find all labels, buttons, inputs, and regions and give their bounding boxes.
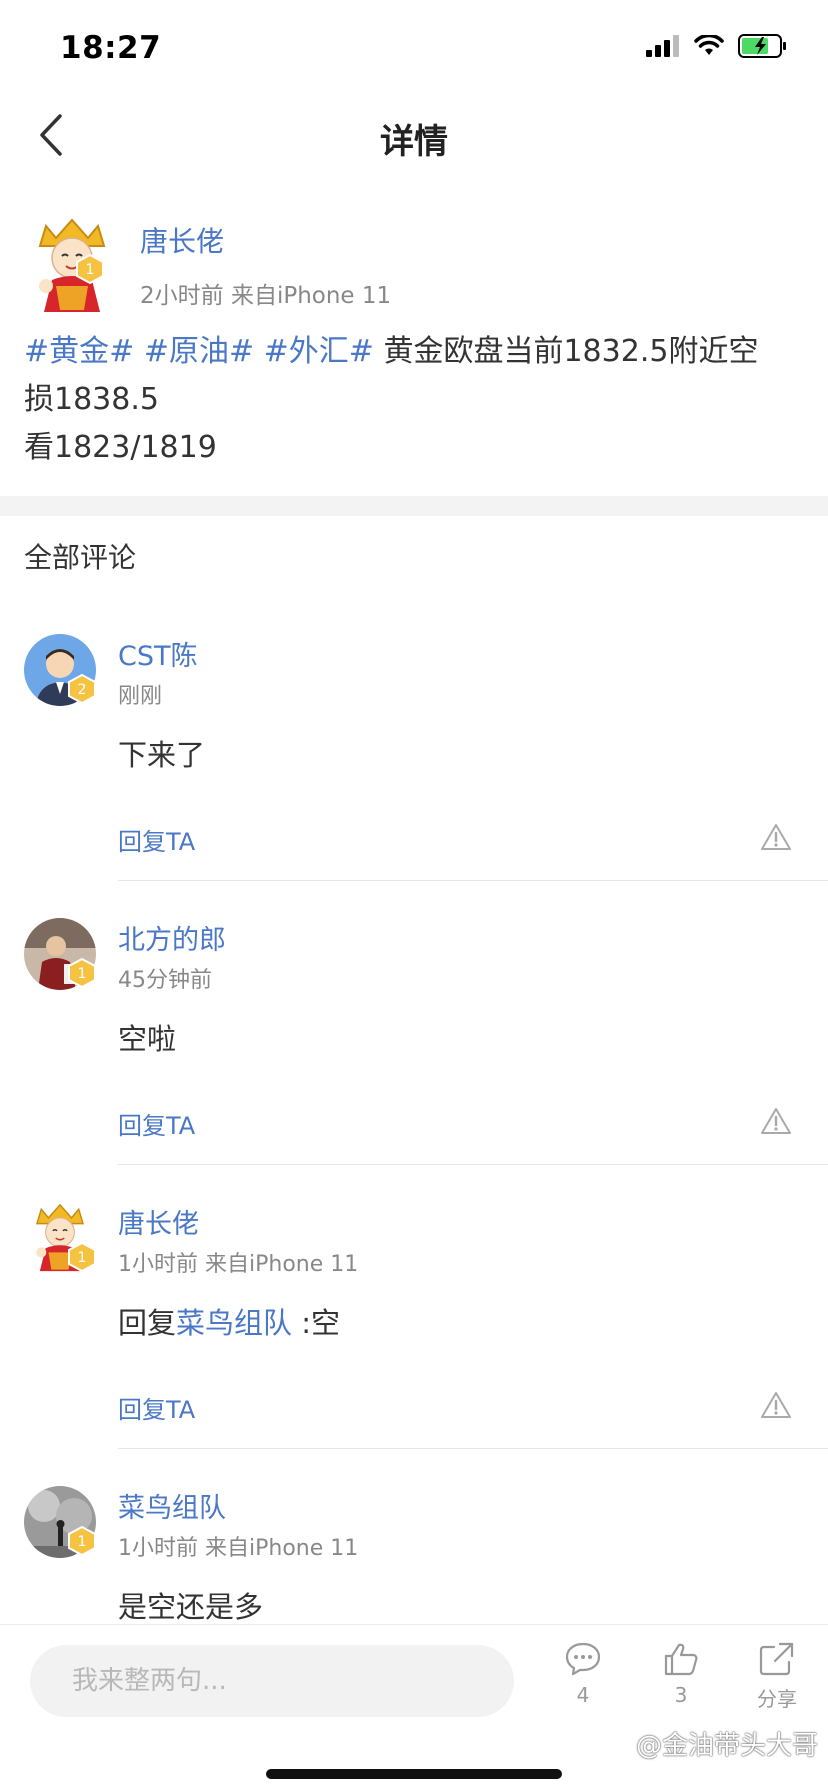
svg-text:1: 1 [78, 1534, 87, 1550]
comment-count: 4 [576, 1683, 590, 1707]
section-divider [0, 496, 828, 516]
status-bar: 18:27 [0, 0, 828, 96]
comment-time: 1小时前 来自iPhone 11 [118, 1252, 359, 1277]
battery-icon [738, 34, 786, 58]
warning-icon[interactable] [760, 1106, 792, 1136]
warning-icon[interactable] [760, 1390, 792, 1420]
tang-monk-avatar-icon [38, 218, 106, 312]
comment-text: 是空还是多 [118, 1590, 264, 1624]
reply-prefix: 回复 [118, 1306, 177, 1340]
like-count: 3 [674, 1683, 688, 1707]
comment-divider [118, 1164, 828, 1165]
comment-divider [118, 1448, 828, 1449]
signal-icon [646, 35, 679, 57]
page-title: 详情 [380, 122, 448, 162]
svg-text:1: 1 [86, 262, 95, 278]
like-button[interactable]: 3 [646, 1641, 716, 1707]
watermark: @金油带头大哥 [635, 1731, 818, 1761]
commenter-name[interactable]: 菜鸟组队 [118, 1486, 226, 1525]
post-meta: 2小时前 来自iPhone 11 [140, 283, 392, 309]
warning-icon[interactable] [760, 822, 792, 852]
mentioned-user-link[interactable]: 菜鸟组队 [176, 1306, 292, 1340]
topic-tag[interactable]: #原油# [144, 334, 254, 369]
comment-text: 回复菜鸟组队 :空 [118, 1300, 340, 1342]
reply-body: :空 [292, 1306, 341, 1340]
author-avatar[interactable]: 1 [26, 216, 118, 316]
svg-text:1: 1 [78, 966, 87, 982]
topic-tag[interactable]: #黄金# [24, 334, 134, 369]
commenter-name[interactable]: CST陈 [118, 634, 197, 673]
post-content: #黄金# #原油# #外汇# 黄金欧盘当前1832.5附近空 损1838.5 看… [24, 328, 804, 472]
svg-text:2: 2 [78, 682, 87, 698]
status-time: 18:27 [60, 30, 162, 66]
home-indicator[interactable] [266, 1769, 562, 1779]
reply-button[interactable]: 回复TA [118, 822, 195, 857]
author-name[interactable]: 唐长佬 [140, 220, 224, 260]
comment-item: 1 北方的郎 45分钟前 空啦 回复TA [0, 918, 828, 1202]
commenter-name[interactable]: 北方的郎 [118, 918, 226, 957]
share-icon [759, 1642, 794, 1676]
comment-count-button[interactable]: 4 [548, 1641, 618, 1707]
post-text-line: 损1838.5 [24, 382, 159, 417]
level-badge-icon: 1 [76, 254, 104, 284]
comment-icon [565, 1642, 601, 1676]
comment-time: 1小时前 来自iPhone 11 [118, 1536, 359, 1561]
reply-button[interactable]: 回复TA [118, 1106, 195, 1141]
nav-bar: 详情 [0, 96, 828, 176]
like-icon [664, 1643, 698, 1676]
level-badge-icon: 1 [68, 958, 96, 988]
level-badge-icon: 2 [68, 674, 96, 704]
share-label: 分享 [757, 1687, 797, 1711]
comment-divider [118, 880, 828, 881]
level-badge-icon: 1 [68, 1242, 96, 1272]
comment-item: 2 CST陈 刚刚 下来了 回复TA [0, 634, 828, 918]
post-text-line: 看1823/1819 [24, 430, 217, 465]
comment-input[interactable]: 我来整两句... [30, 1645, 514, 1717]
status-icons [646, 34, 788, 58]
share-button[interactable]: 分享 [742, 1641, 812, 1712]
comment-item: 1 唐长佬 1小时前 来自iPhone 11 回复菜鸟组队 :空 回复TA [0, 1202, 828, 1486]
reply-button[interactable]: 回复TA [118, 1390, 195, 1425]
comment-text: 空啦 [118, 1022, 177, 1056]
comment-item: 1 菜鸟组队 1小时前 来自iPhone 11 是空还是多 [0, 1486, 828, 1624]
comment-time: 刚刚 [118, 684, 163, 709]
bottom-action-bar: 我来整两句... 4 3 分享 @金油带头大哥 [0, 1624, 828, 1792]
comment-text: 下来了 [118, 738, 206, 772]
level-badge-icon: 1 [68, 1526, 96, 1556]
post-text-line: 黄金欧盘当前1832.5附近空 [373, 334, 759, 369]
svg-text:1: 1 [78, 1250, 87, 1266]
comment-time: 45分钟前 [118, 968, 212, 993]
topic-tag[interactable]: #外汇# [264, 334, 374, 369]
wifi-icon [694, 35, 724, 55]
commenter-name[interactable]: 唐长佬 [118, 1202, 199, 1241]
comments-heading: 全部评论 [24, 541, 137, 574]
